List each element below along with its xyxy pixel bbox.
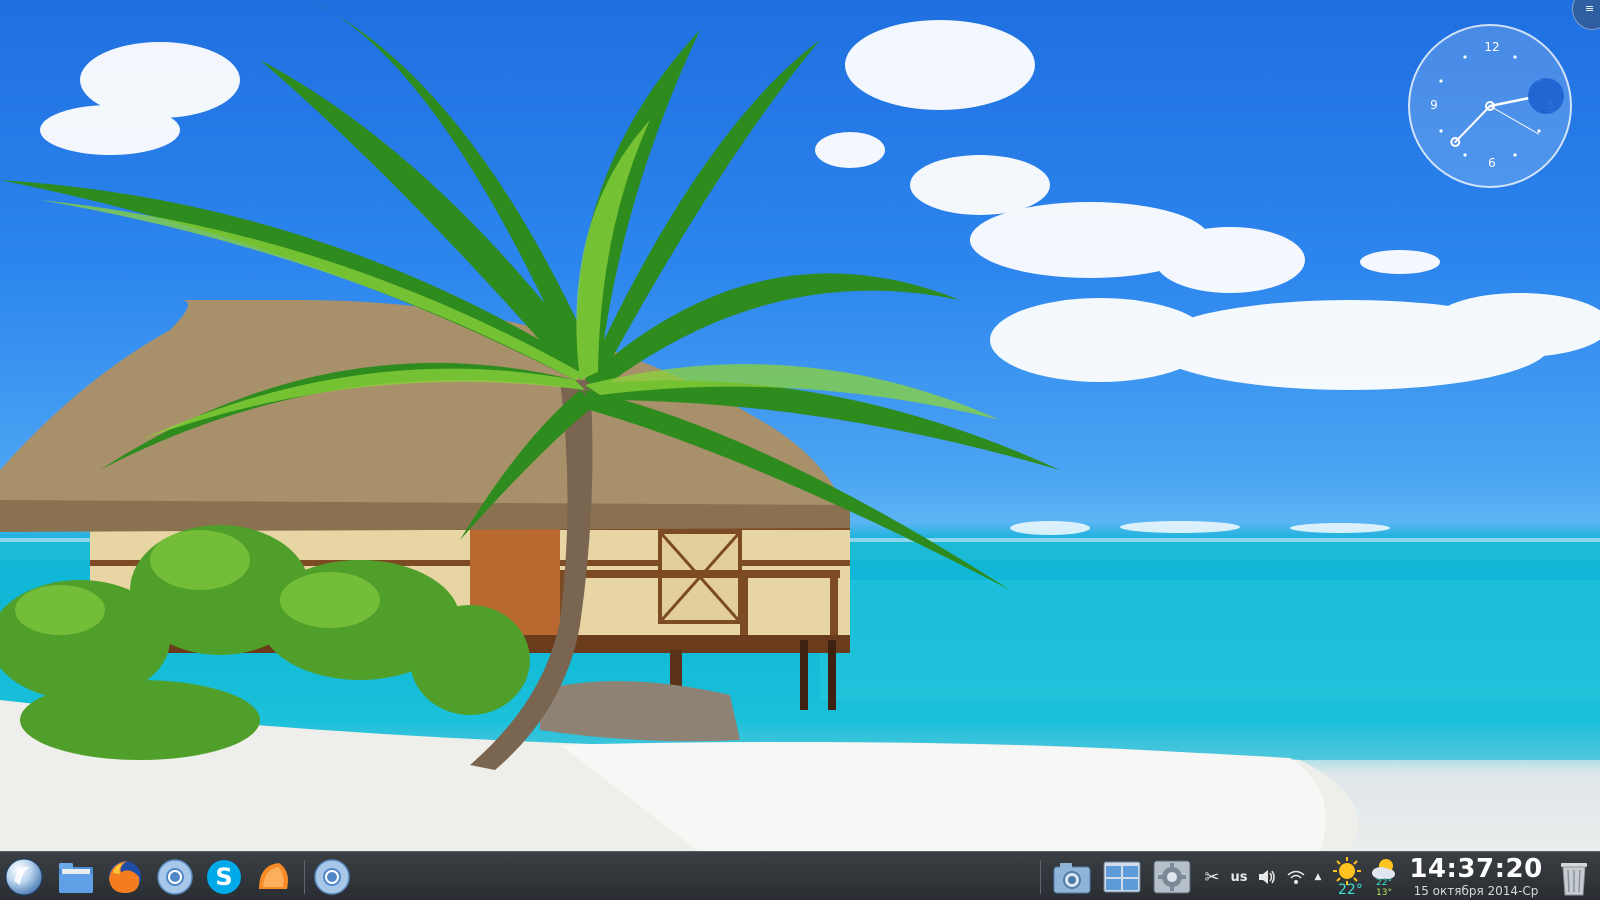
minute-hand: [1454, 105, 1491, 143]
weather-widget-current[interactable]: 22°: [1330, 856, 1366, 900]
keyboard-layout-label: us: [1230, 869, 1248, 885]
file-manager-launcher[interactable]: [55, 856, 97, 898]
chromium-launcher[interactable]: [154, 856, 196, 898]
clock-face: [1439, 55, 1564, 157]
clock-time: 14:37:20: [1409, 854, 1543, 884]
skype-launcher[interactable]: S: [203, 856, 245, 898]
taskbar-panel: S ✂ us ▲ 22° 22° 13° 14:37:20 15 октября…: [0, 851, 1600, 900]
weather-forecast-high: 22°: [1376, 878, 1392, 888]
hour-hand: [1488, 97, 1529, 108]
weather-current-temp: 22°: [1338, 882, 1363, 898]
orange-slice-icon: [259, 863, 288, 889]
speaker-icon: [1259, 870, 1275, 884]
panel-separator: [304, 860, 305, 894]
firefox-launcher[interactable]: [104, 856, 146, 898]
svg-text:S: S: [215, 863, 232, 891]
chromium-icon: [314, 859, 350, 895]
trash-icon: [1561, 863, 1587, 896]
clock-date: 15 октября 2014-Ср: [1413, 884, 1539, 898]
system-settings-icon: [1153, 860, 1191, 894]
hamburger-icon: ≡: [1585, 2, 1595, 15]
tray-expand-button[interactable]: ▲: [1310, 856, 1326, 898]
chromium-icon: [157, 859, 193, 895]
camera-icon: [1053, 863, 1091, 894]
orange-app-launcher[interactable]: [252, 856, 294, 898]
file-manager-icon: [59, 863, 93, 893]
task-chromium[interactable]: [311, 856, 353, 898]
windows-icon: [1103, 861, 1141, 893]
desktop[interactable]: 12 3 6 9 ≡: [0, 0, 1600, 900]
panel-separator: [1040, 860, 1041, 894]
keyboard-layout-indicator[interactable]: us: [1226, 856, 1252, 898]
weather-forecast-low: 13°: [1376, 888, 1392, 898]
firefox-icon: [109, 861, 141, 893]
screenshot-button[interactable]: [1050, 856, 1094, 898]
volume-button[interactable]: [1255, 856, 1279, 898]
clipboard-button[interactable]: ✂: [1201, 856, 1223, 898]
second-hand: [1489, 105, 1539, 135]
application-launcher-button[interactable]: [3, 856, 45, 898]
network-button[interactable]: [1284, 856, 1308, 898]
window-switcher-button[interactable]: [1100, 856, 1144, 898]
application-launcher-icon: [5, 858, 43, 896]
arrow-up-icon: ▲: [1314, 872, 1322, 882]
wifi-icon: [1287, 870, 1305, 884]
scissors-icon: ✂: [1204, 866, 1220, 888]
digital-clock[interactable]: 14:37:20 15 октября 2014-Ср: [1406, 854, 1546, 898]
trash-button[interactable]: [1552, 856, 1596, 898]
weather-widget-forecast[interactable]: 22° 13°: [1368, 856, 1402, 900]
analog-clock-widget[interactable]: 12 3 6 9: [1408, 24, 1572, 188]
skype-icon: S: [207, 860, 241, 894]
wallpaper-image: [0, 0, 1600, 852]
system-settings-button[interactable]: [1150, 856, 1194, 898]
